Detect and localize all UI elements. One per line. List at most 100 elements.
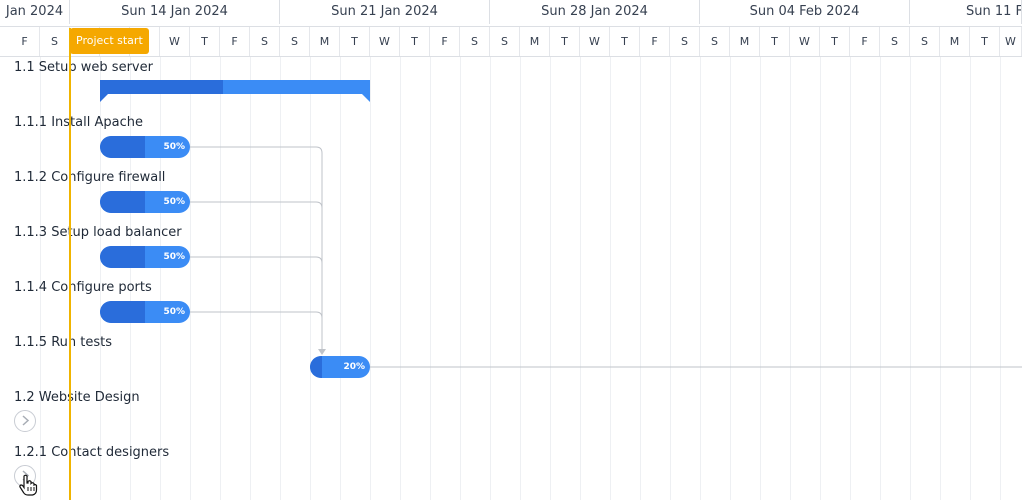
project-start-marker-line bbox=[69, 28, 71, 500]
grid-line bbox=[220, 56, 221, 500]
day-header: M bbox=[940, 27, 970, 56]
grid-line bbox=[850, 56, 851, 500]
grid-line bbox=[550, 56, 551, 500]
day-header: M bbox=[730, 27, 760, 56]
day-header: F bbox=[10, 27, 40, 56]
grid-line bbox=[490, 56, 491, 500]
task-bar[interactable]: 20% bbox=[310, 356, 370, 378]
day-header: S bbox=[460, 27, 490, 56]
week-header: Jan 2024 bbox=[0, 0, 70, 24]
grid-line bbox=[700, 56, 701, 500]
task-progress bbox=[100, 136, 145, 158]
project-start-marker[interactable]: Project start bbox=[70, 28, 149, 54]
grid-line bbox=[580, 56, 581, 500]
day-header: T bbox=[760, 27, 790, 56]
grid-line bbox=[250, 56, 251, 500]
grid-line bbox=[670, 56, 671, 500]
week-header: Sun 04 Feb 2024 bbox=[700, 0, 910, 24]
day-header: T bbox=[190, 27, 220, 56]
task-label[interactable]: 1.1.4 Configure ports bbox=[14, 280, 152, 295]
day-header: S bbox=[250, 27, 280, 56]
grid-line bbox=[370, 56, 371, 500]
grid-line bbox=[880, 56, 881, 500]
day-header: T bbox=[820, 27, 850, 56]
task-percent: 50% bbox=[163, 142, 185, 152]
task-progress bbox=[100, 301, 145, 323]
grid-line bbox=[760, 56, 761, 500]
grid-line bbox=[820, 56, 821, 500]
day-header: T bbox=[340, 27, 370, 56]
task-bar[interactable]: 50% bbox=[100, 246, 190, 268]
summary-task-progress bbox=[100, 80, 223, 94]
week-header: Sun 11 Feb bbox=[910, 0, 1022, 24]
task-label[interactable]: 1.1.5 Run tests bbox=[14, 335, 112, 350]
timeline-header: Jan 2024 Sun 14 Jan 2024 Sun 21 Jan 2024… bbox=[0, 0, 1022, 57]
day-header: S bbox=[700, 27, 730, 56]
timeline-grid bbox=[0, 56, 1022, 500]
grid-line bbox=[190, 56, 191, 500]
day-header: T bbox=[610, 27, 640, 56]
summary-task-bar[interactable] bbox=[100, 80, 370, 94]
task-label[interactable]: 1.2 Website Design bbox=[14, 390, 140, 405]
day-header: F bbox=[430, 27, 460, 56]
day-header: T bbox=[970, 27, 1000, 56]
task-bar[interactable]: 50% bbox=[100, 136, 190, 158]
grid-line bbox=[790, 56, 791, 500]
day-header: T bbox=[400, 27, 430, 56]
day-header: T bbox=[550, 27, 580, 56]
day-header: F bbox=[640, 27, 670, 56]
task-label[interactable]: 1.1.2 Configure firewall bbox=[14, 170, 165, 185]
day-row: F S S M T W T F S S M T W T F S S M T W … bbox=[0, 26, 1022, 57]
day-header: S bbox=[280, 27, 310, 56]
task-bar[interactable]: 50% bbox=[100, 191, 190, 213]
task-percent: 50% bbox=[163, 197, 185, 207]
grid-line bbox=[520, 56, 521, 500]
grid-line bbox=[340, 56, 341, 500]
grid-line bbox=[730, 56, 731, 500]
day-header: W bbox=[160, 27, 190, 56]
grid-line bbox=[280, 56, 281, 500]
task-label[interactable]: 1.1 Setup web server bbox=[14, 60, 153, 75]
day-header: S bbox=[670, 27, 700, 56]
day-header: F bbox=[220, 27, 250, 56]
task-percent: 20% bbox=[343, 362, 365, 372]
task-bar[interactable]: 50% bbox=[100, 301, 190, 323]
grid-line bbox=[940, 56, 941, 500]
week-header: Sun 21 Jan 2024 bbox=[280, 0, 490, 24]
chevron-right-icon bbox=[21, 415, 29, 426]
day-header: W bbox=[790, 27, 820, 56]
week-row: Jan 2024 Sun 14 Jan 2024 Sun 21 Jan 2024… bbox=[0, 0, 1022, 25]
task-percent: 50% bbox=[163, 307, 185, 317]
summary-task-bar-ends bbox=[100, 94, 370, 102]
hand-pointer-icon bbox=[19, 474, 38, 496]
day-header: S bbox=[880, 27, 910, 56]
grid-line bbox=[640, 56, 641, 500]
task-progress bbox=[100, 246, 145, 268]
grid-line bbox=[610, 56, 611, 500]
day-header: W bbox=[370, 27, 400, 56]
grid-line bbox=[310, 56, 311, 500]
expand-button[interactable] bbox=[14, 410, 36, 432]
task-progress bbox=[100, 191, 145, 213]
grid-line bbox=[430, 56, 431, 500]
day-header: S bbox=[40, 27, 70, 56]
task-label[interactable]: 1.1.1 Install Apache bbox=[14, 115, 143, 130]
day-header: S bbox=[910, 27, 940, 56]
task-label[interactable]: 1.2.1 Contact designers bbox=[14, 445, 169, 460]
day-header: M bbox=[520, 27, 550, 56]
grid-line bbox=[910, 56, 911, 500]
day-header: W bbox=[1000, 27, 1022, 56]
day-header: F bbox=[850, 27, 880, 56]
grid-line bbox=[1000, 56, 1001, 500]
task-label[interactable]: 1.1.3 Setup load balancer bbox=[14, 225, 182, 240]
grid-line bbox=[400, 56, 401, 500]
grid-line bbox=[970, 56, 971, 500]
task-percent: 50% bbox=[163, 252, 185, 262]
day-header: W bbox=[580, 27, 610, 56]
week-header: Sun 28 Jan 2024 bbox=[490, 0, 700, 24]
grid-line bbox=[160, 56, 161, 500]
day-header: M bbox=[310, 27, 340, 56]
grid-line bbox=[460, 56, 461, 500]
week-header: Sun 14 Jan 2024 bbox=[70, 0, 280, 24]
day-header: S bbox=[490, 27, 520, 56]
